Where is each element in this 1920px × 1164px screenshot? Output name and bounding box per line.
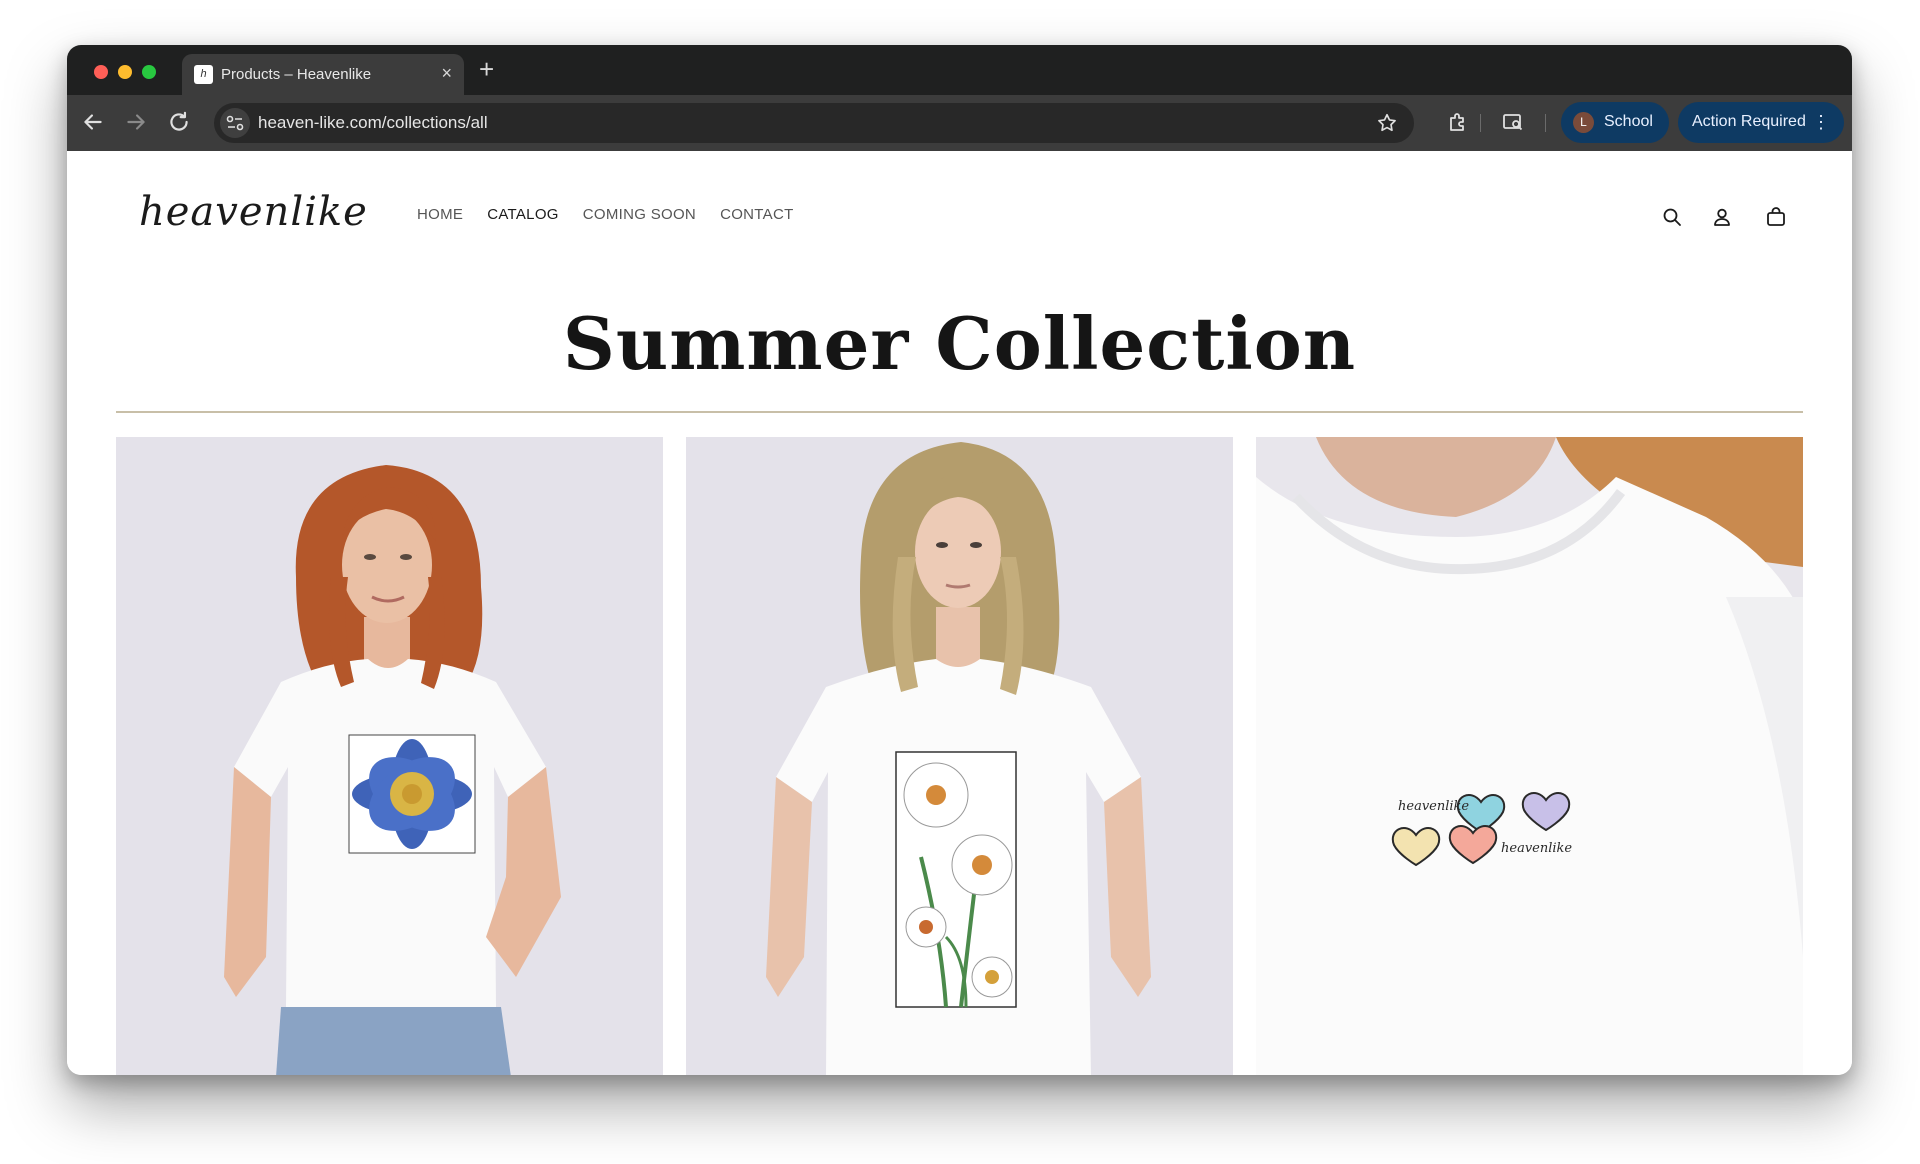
tab-strip: h Products – Heavenlike × + [67, 45, 1852, 95]
reload-icon[interactable] [166, 109, 192, 135]
site-logo[interactable]: heavenlike [139, 189, 368, 235]
site-info-icon[interactable] [220, 108, 250, 138]
action-required-label: Action Required [1692, 113, 1806, 130]
back-arrow-icon[interactable] [80, 109, 106, 135]
browser-window: h Products – Heavenlike × + heaven-like.… [67, 45, 1852, 1075]
forward-arrow-icon[interactable] [123, 109, 149, 135]
nav-contact[interactable]: CONTACT [720, 206, 793, 223]
product-image[interactable]: heavenlike heavenlike [1256, 437, 1803, 1075]
extensions-puzzle-icon[interactable] [1446, 110, 1470, 134]
product-image[interactable] [116, 437, 663, 1075]
maximize-window-button[interactable] [142, 65, 156, 79]
page-search-icon[interactable] [1501, 110, 1525, 134]
site-favicon-icon: h [194, 65, 213, 84]
product-card[interactable] [116, 437, 663, 1075]
toolbar-separator [1480, 114, 1481, 132]
action-required-button[interactable]: Action Required ⋮ [1678, 102, 1844, 143]
heavenlike-text-mark: heavenlike [1398, 799, 1469, 814]
search-icon[interactable] [1660, 205, 1684, 229]
product-card[interactable] [686, 437, 1233, 1075]
toolbar-separator [1545, 114, 1546, 132]
address-bar[interactable]: heaven-like.com/collections/all [214, 103, 1414, 143]
account-icon[interactable] [1710, 205, 1734, 229]
nav-coming-soon[interactable]: COMING SOON [583, 206, 696, 223]
profile-chip[interactable]: L School [1561, 102, 1669, 143]
main-nav: HOME CATALOG COMING SOON CONTACT [417, 206, 794, 223]
tab-title: Products – Heavenlike [221, 66, 372, 83]
close-window-button[interactable] [94, 65, 108, 79]
nav-home[interactable]: HOME [417, 206, 463, 223]
tab-close-icon[interactable]: × [441, 63, 452, 83]
url-text[interactable]: heaven-like.com/collections/all [258, 113, 488, 133]
heavenlike-text-mark: heavenlike [1501, 841, 1572, 856]
title-divider [116, 411, 1803, 413]
page-title: Summer Collection [562, 301, 1357, 386]
browser-toolbar: heaven-like.com/collections/all L School… [67, 95, 1852, 151]
bookmark-star-icon[interactable] [1376, 112, 1398, 134]
product-card[interactable]: heavenlike heavenlike [1256, 437, 1803, 1075]
avatar: L [1573, 112, 1594, 133]
minimize-window-button[interactable] [118, 65, 132, 79]
nav-catalog[interactable]: CATALOG [487, 206, 559, 223]
new-tab-button[interactable]: + [479, 56, 494, 82]
product-image[interactable] [686, 437, 1233, 1075]
store-page: heavenlike HOME CATALOG COMING SOON CONT… [67, 151, 1852, 1075]
product-grid: heavenlike heavenlike [116, 437, 1803, 1075]
profile-label: School [1604, 113, 1653, 130]
more-menu-icon[interactable]: ⋮ [1812, 112, 1830, 132]
active-tab[interactable]: h Products – Heavenlike × [182, 54, 464, 95]
cart-bag-icon[interactable] [1764, 205, 1788, 229]
